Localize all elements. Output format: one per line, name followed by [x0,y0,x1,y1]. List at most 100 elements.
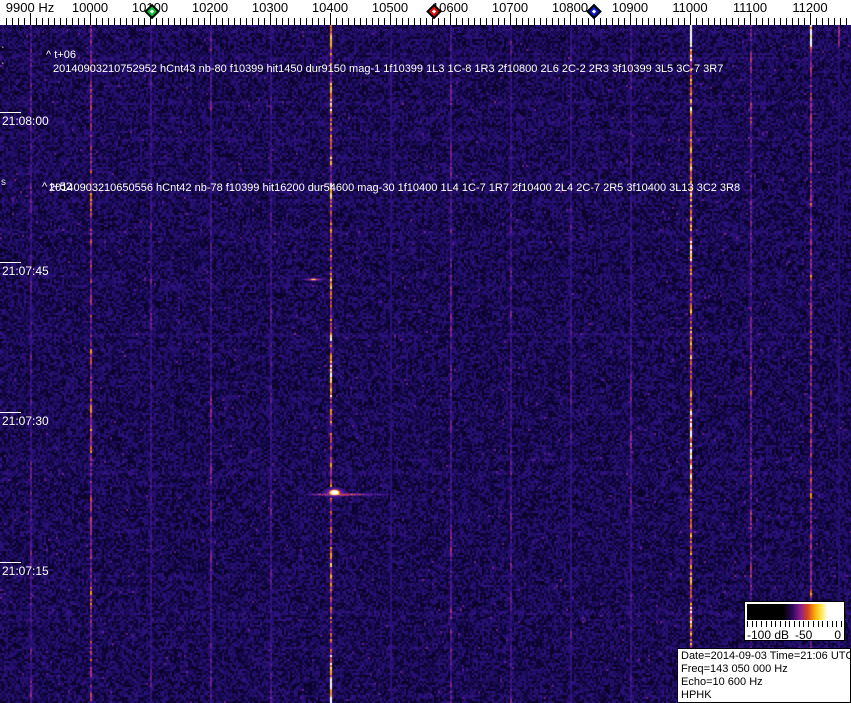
ruler-minor-tick [486,18,487,25]
ruler-minor-tick [396,18,397,25]
ruler-minor-tick [648,18,649,25]
detection-2-data: 20140903210650556 hCnt42 nb-78 f10399 hi… [49,182,741,194]
time-label: 21:08:00 [2,114,49,128]
ruler-minor-tick [798,18,799,25]
ruler-minor-tick [726,18,727,25]
ruler-minor-tick [384,18,385,25]
ruler-minor-tick [276,18,277,25]
legend-tick [832,621,833,627]
frequency-tick-label: 10900 [611,0,649,15]
legend-label-max: 0 [834,628,841,642]
ruler-minor-tick [846,18,847,25]
frequency-tick-label: 10700 [491,0,529,15]
ruler-minor-tick [744,18,745,25]
ruler-minor-tick [696,18,697,25]
ruler-minor-tick [438,18,439,25]
ruler-minor-tick [84,18,85,25]
ruler-minor-tick [546,18,547,25]
time-label: 21:07:15 [2,564,49,578]
legend-tick [827,621,828,627]
info-echo-freq: Echo=10 600 Hz [681,676,763,688]
ruler-minor-tick [156,18,157,25]
ruler-minor-tick [426,18,427,25]
ruler-minor-tick [258,18,259,25]
ruler-minor-tick [288,18,289,25]
time-tick-line [0,112,21,113]
legend-label-mid: -50 [795,628,813,642]
frequency-tick-label: 11100 [732,0,768,15]
ruler-minor-tick [732,18,733,25]
ruler-minor-tick [804,18,805,25]
ruler-minor-tick [312,18,313,25]
legend-tick [756,621,757,627]
time-label: 21:07:30 [2,414,49,428]
ruler-minor-tick [480,18,481,25]
frequency-tick-label: 10500 [371,0,409,15]
ruler-minor-tick [564,18,565,25]
marker-green-center-dot [149,9,155,14]
ruler-minor-tick [126,18,127,25]
frequency-tick-label: 11200 [792,0,828,15]
legend-tick [822,621,823,627]
ruler-minor-tick [492,18,493,25]
ruler-minor-tick [72,18,73,25]
ruler-minor-tick [756,18,757,25]
ruler-minor-tick [672,18,673,25]
ruler-minor-tick [36,18,37,25]
ruler-minor-tick [636,18,637,25]
legend-label-min: -100 dB [747,628,790,642]
ruler-minor-tick [762,18,763,25]
legend-tick [752,621,753,627]
ruler-minor-tick [78,18,79,25]
legend-tick [780,621,781,627]
marker-blue-diamond-icon[interactable] [586,3,602,20]
ruler-minor-tick [516,18,517,25]
ruler-minor-tick [366,18,367,25]
frequency-tick-label: 10400 [311,0,349,15]
ruler-minor-tick [786,18,787,25]
legend-tick [799,621,800,627]
frequency-tick-label: 9900 Hz [5,0,55,15]
legend-tick [747,621,748,627]
ruler-minor-tick [186,18,187,25]
info-box: Date=2014-09-03 Time=21:06 UTC Freq=143 … [677,648,851,703]
ruler-minor-tick [300,18,301,25]
ruler-minor-tick [834,18,835,25]
ruler-minor-tick [576,18,577,25]
frequency-tick-label: 10200 [191,0,229,15]
ruler-minor-tick [252,18,253,25]
ruler-minor-tick [552,18,553,25]
ruler-minor-tick [582,18,583,25]
ruler-minor-tick [264,18,265,25]
ruler-minor-tick [420,18,421,25]
ruler-minor-tick [402,18,403,25]
ruler-minor-tick [306,18,307,25]
detection-1-tag: ^ t+06 [46,49,76,61]
frequency-ruler[interactable]: 9900 Hz100001010010200103001040010500106… [0,0,851,25]
waterfall-canvas[interactable] [0,25,851,703]
ruler-minor-tick [660,18,661,25]
ruler-minor-tick [684,18,685,25]
ruler-minor-tick [534,18,535,25]
ruler-minor-tick [816,18,817,25]
color-scale-labels: -100 dB -50 0 [745,628,844,642]
frequency-tick-label: 11000 [672,0,708,15]
legend-tick [841,621,842,627]
ruler-minor-tick [294,18,295,25]
ruler-minor-tick [720,18,721,25]
ruler-minor-tick [174,18,175,25]
ruler-minor-tick [198,18,199,25]
ruler-minor-tick [774,18,775,25]
ruler-minor-tick [666,18,667,25]
frequency-tick-label: 10800 [551,0,589,15]
ruler-minor-tick [228,18,229,25]
ruler-minor-tick [120,18,121,25]
ruler-minor-tick [606,18,607,25]
ruler-minor-tick [66,18,67,25]
ruler-minor-tick [234,18,235,25]
ruler-minor-tick [222,18,223,25]
ruler-minor-tick [792,18,793,25]
ruler-minor-tick [780,18,781,25]
ruler-minor-tick [714,18,715,25]
ruler-minor-tick [708,18,709,25]
